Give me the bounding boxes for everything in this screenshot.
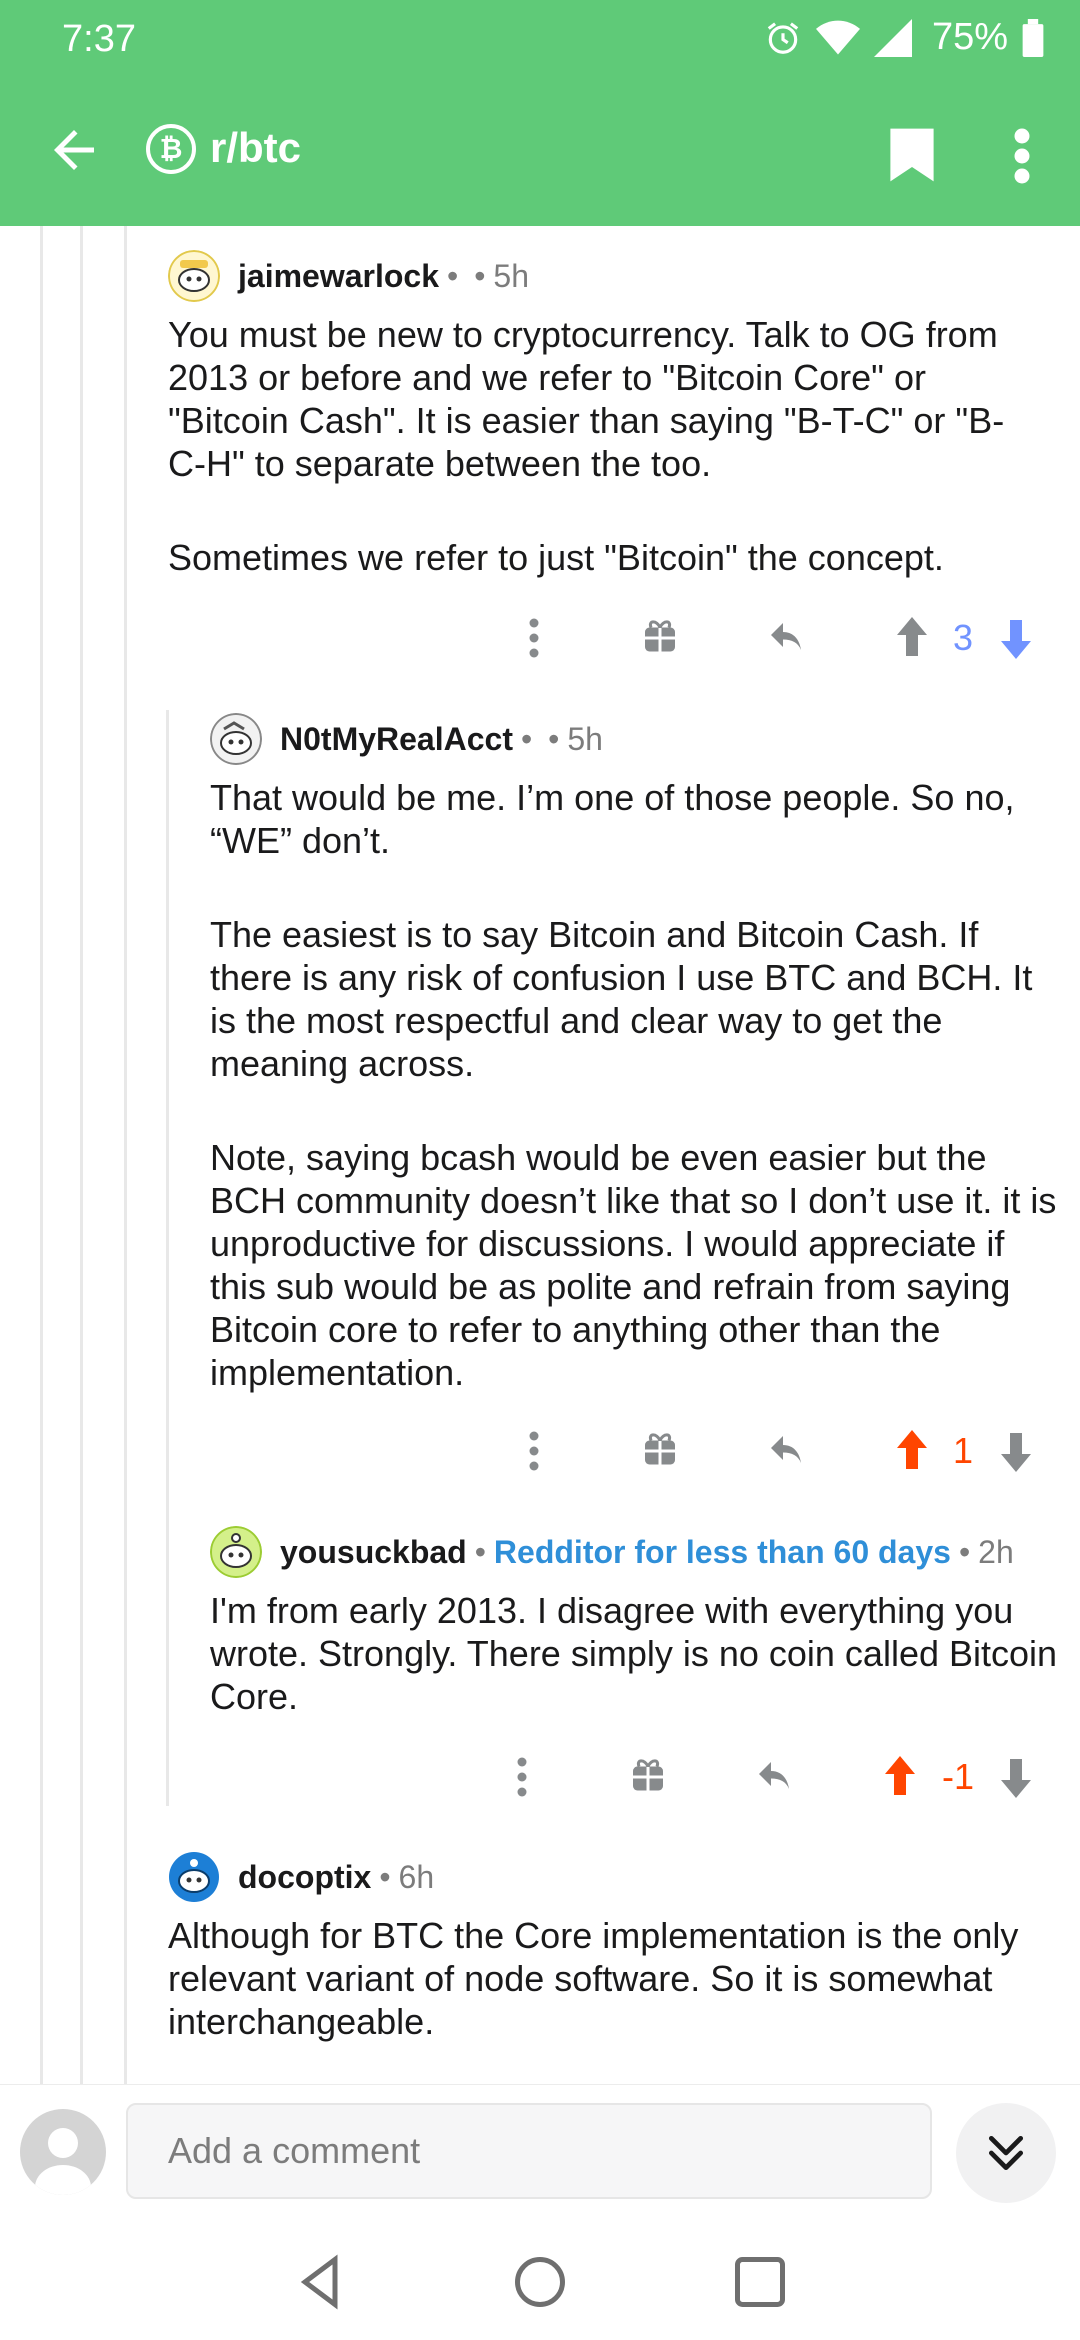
bookmark-icon[interactable] bbox=[888, 126, 936, 184]
thread-line[interactable] bbox=[166, 710, 169, 1806]
comment-header: yousuckbad • Redditor for less than 60 d… bbox=[210, 1526, 1014, 1578]
comment-header: jaimewarlock • • 5h bbox=[168, 250, 529, 302]
wifi-icon bbox=[815, 20, 860, 54]
comment-paragraph: The easiest is to say Bitcoin and Bitcoi… bbox=[210, 914, 1033, 1084]
status-icons: 75% bbox=[764, 16, 1044, 59]
separator-dot: • bbox=[548, 720, 560, 757]
separator-dot: • bbox=[474, 1533, 486, 1570]
battery-icon bbox=[1022, 18, 1044, 57]
reply-icon[interactable] bbox=[764, 608, 808, 668]
comment-paragraph: Sometimes we refer to just "Bitcoin" the… bbox=[168, 537, 944, 578]
upvote-icon[interactable] bbox=[880, 1747, 920, 1807]
separator-dot: • bbox=[474, 257, 486, 294]
comment-age: 5h bbox=[493, 257, 529, 294]
comment-paragraph: You must be new to cryptocurrency. Talk … bbox=[168, 314, 1005, 484]
comment-composer bbox=[0, 2084, 1080, 2217]
system-nav-bar bbox=[0, 2216, 1080, 2340]
user-flair: Redditor for less than 60 days bbox=[493, 1533, 951, 1570]
comment-age: 5h bbox=[567, 720, 603, 757]
app-header: 7:37 75% ₿ r/btc bbox=[0, 0, 1080, 226]
more-vert-icon[interactable] bbox=[504, 1747, 540, 1807]
author-name[interactable]: N0tMyRealAcct bbox=[280, 721, 513, 758]
thread-line[interactable] bbox=[124, 226, 127, 2086]
comment-age: 2h bbox=[978, 1533, 1014, 1570]
nav-recents-icon[interactable] bbox=[730, 2252, 790, 2312]
comment-age: 6h bbox=[398, 1858, 435, 1895]
status-time: 7:37 bbox=[62, 18, 136, 60]
default-avatar-icon bbox=[35, 2128, 91, 2195]
thread-line[interactable] bbox=[40, 226, 43, 2086]
upvote-icon[interactable] bbox=[892, 608, 932, 668]
battery-percent: 75% bbox=[931, 16, 1008, 58]
comment-paragraph: Although for BTC the Core implementation… bbox=[168, 1915, 1019, 2042]
comment-paragraph: That would be me. I’m one of those peopl… bbox=[210, 777, 1015, 861]
alarm-icon bbox=[767, 21, 799, 54]
separator-dot: • bbox=[958, 1533, 971, 1570]
user-avatar[interactable] bbox=[20, 2109, 106, 2195]
comment-input[interactable] bbox=[126, 2103, 932, 2199]
separator-dot: • bbox=[379, 1858, 391, 1895]
reply-icon[interactable] bbox=[752, 1747, 796, 1807]
comment-body: That would be me. I’m one of those peopl… bbox=[210, 776, 1060, 1394]
avatar[interactable] bbox=[210, 713, 262, 765]
avatar[interactable] bbox=[168, 1851, 220, 1903]
more-vert-icon[interactable] bbox=[516, 1421, 552, 1481]
downvote-icon[interactable] bbox=[996, 608, 1036, 668]
downvote-icon[interactable] bbox=[996, 1747, 1036, 1807]
separator-dot: • bbox=[447, 257, 459, 294]
comment-paragraph: Note, saying bcash would be even easier … bbox=[210, 1137, 1057, 1393]
comment-body: You must be new to cryptocurrency. Talk … bbox=[168, 313, 1028, 579]
author-name[interactable]: jaimewarlock bbox=[238, 258, 439, 295]
comment-actions: 1 bbox=[0, 1421, 1080, 1481]
nav-back-icon[interactable] bbox=[290, 2252, 350, 2312]
bitcoin-icon: ₿ bbox=[146, 124, 196, 174]
reply-icon[interactable] bbox=[764, 1421, 808, 1481]
separator-dot: • bbox=[520, 720, 533, 757]
comment-actions: -1 bbox=[0, 1747, 1080, 1807]
comment-actions: 3 bbox=[0, 608, 1080, 668]
subreddit-title[interactable]: r/btc bbox=[210, 124, 301, 172]
gift-icon[interactable] bbox=[640, 608, 680, 668]
vote-score: -1 bbox=[941, 1756, 974, 1797]
vote-score: 1 bbox=[952, 1430, 974, 1471]
more-vert-icon[interactable] bbox=[1010, 126, 1034, 186]
gift-icon[interactable] bbox=[640, 1421, 680, 1481]
signal-icon bbox=[873, 18, 912, 57]
gift-icon[interactable] bbox=[628, 1747, 668, 1807]
author-name[interactable]: yousuckbad bbox=[280, 1534, 467, 1571]
comment-header: N0tMyRealAcct • • 5h bbox=[210, 713, 603, 765]
downvote-icon[interactable] bbox=[996, 1421, 1036, 1481]
vote-score: 3 bbox=[952, 617, 974, 658]
comment-paragraph: I'm from early 2013. I disagree with eve… bbox=[210, 1590, 1058, 1717]
avatar[interactable] bbox=[168, 250, 220, 302]
nav-home-icon[interactable] bbox=[510, 2252, 570, 2312]
collapse-down-icon bbox=[988, 2135, 1024, 2171]
comment-header: docoptix • 6h bbox=[168, 1851, 434, 1903]
comment-body: Although for BTC the Core implementation… bbox=[168, 1914, 1058, 2043]
comment-body: I'm from early 2013. I disagree with eve… bbox=[210, 1589, 1060, 1718]
avatar[interactable] bbox=[210, 1526, 262, 1578]
back-arrow-icon[interactable] bbox=[44, 120, 104, 180]
collapse-button[interactable] bbox=[956, 2103, 1056, 2203]
more-vert-icon[interactable] bbox=[516, 608, 552, 668]
upvote-icon[interactable] bbox=[892, 1421, 932, 1481]
author-name[interactable]: docoptix bbox=[238, 1859, 371, 1896]
thread-line[interactable] bbox=[80, 226, 83, 2086]
